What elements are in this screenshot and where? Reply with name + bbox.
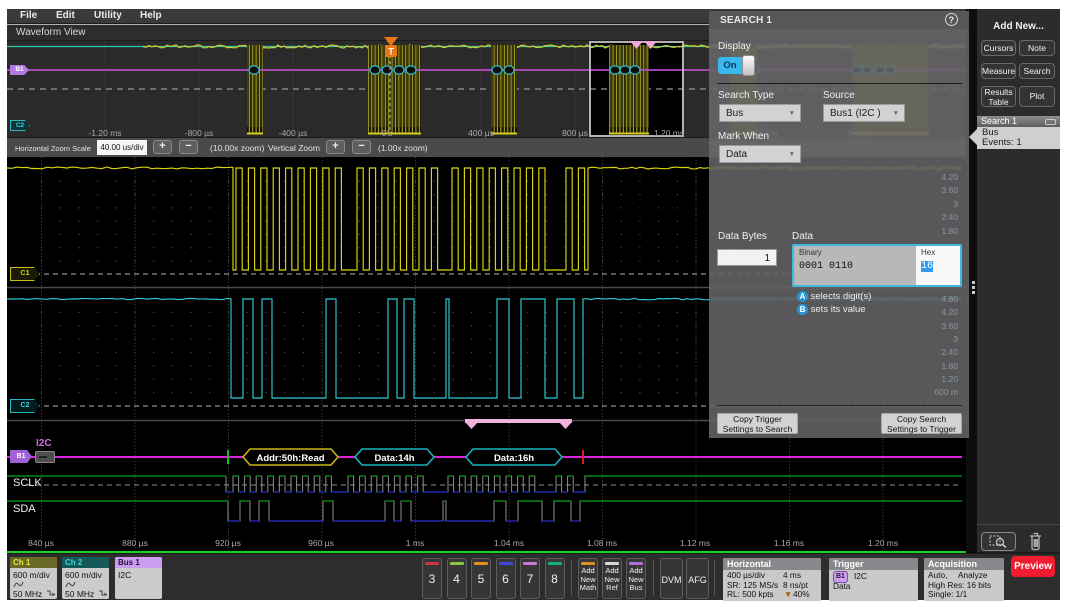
svg-text:T: T xyxy=(388,47,394,57)
svg-text:Data:14h: Data:14h xyxy=(374,453,414,464)
svg-text:Data:16h: Data:16h xyxy=(494,453,534,464)
svg-text:Addr:50h:Read: Addr:50h:Read xyxy=(256,453,324,464)
